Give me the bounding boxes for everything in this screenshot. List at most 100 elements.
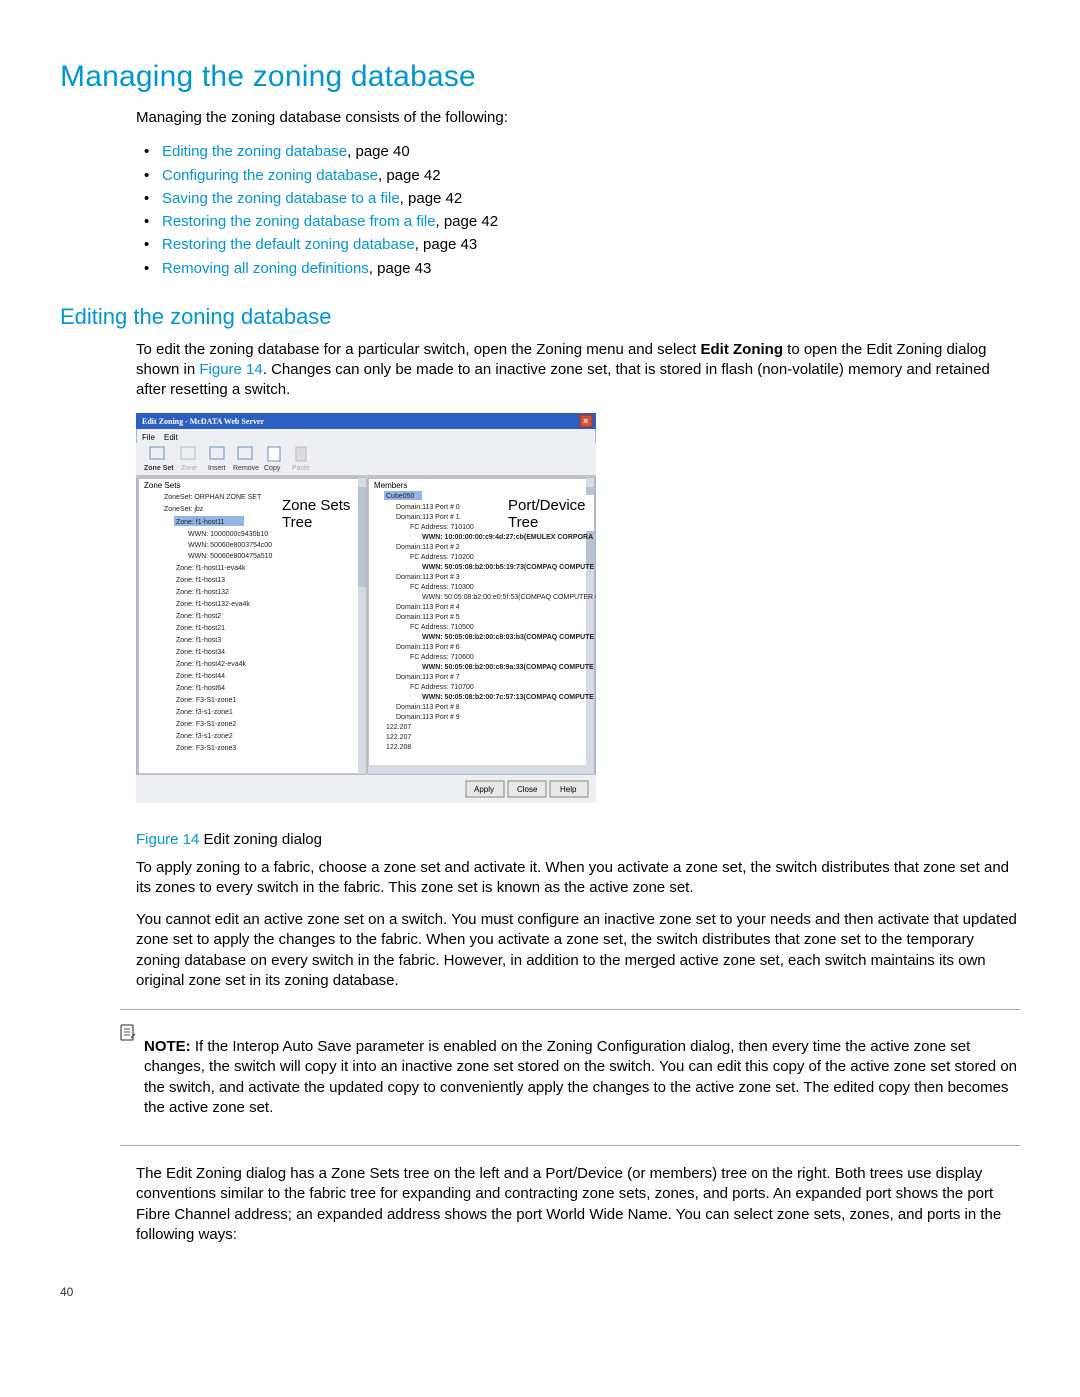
svg-text:Zone: F3-S1-zone2[interactable]: Zone: F3-S1-zone2 [176, 721, 236, 728]
svg-text:WWN: 50:05:08:b2:00:c8:9a:33(C[interactable]: WWN: 50:05:08:b2:00:c8:9a:33(COMPAQ COMP… [422, 664, 594, 671]
toc-link[interactable]: Restoring the default zoning database [162, 236, 415, 253]
svg-text:Domain:113 Port # 3[interactable]: Domain:113 Port # 3 [396, 574, 460, 581]
list-item: Restoring the zoning database from a fil… [162, 210, 1020, 233]
menu-edit[interactable]: Edit [164, 433, 179, 442]
svg-text:Zone: f3-s1-zone2[interactable]: Zone: f3-s1-zone2 [176, 733, 233, 740]
svg-text:WWN: 50:05:08:b2:00:c8:03:b3(C[interactable]: WWN: 50:05:08:b2:00:c8:03:b3(COMPAQ COMP… [422, 634, 595, 641]
svg-text:Cube050[interactable]: Cube050 [386, 493, 415, 500]
toc-link[interactable]: Removing all zoning definitions [162, 260, 369, 277]
help-button[interactable]: Help [560, 785, 577, 794]
svg-text:ZoneSet: jbz[interactable]: ZoneSet: jbz [164, 506, 204, 513]
note-label: NOTE: [144, 1038, 191, 1055]
toc-suffix: , page 40 [347, 143, 410, 160]
figure-link[interactable]: Figure 14 [199, 361, 262, 378]
svg-text:×: × [583, 416, 588, 426]
list-item: Editing the zoning database, page 40 [162, 140, 1020, 163]
bold-edit-zoning: Edit Zoning [701, 341, 783, 358]
svg-text:Zone: f1-host11[interactable]: Zone: f1-host11 [176, 519, 225, 526]
svg-text:Zone: f1-host44[interactable]: Zone: f1-host44 [176, 673, 225, 680]
tree-root-right[interactable]: Members [374, 481, 407, 490]
svg-text:Zone: f1-host132[interactable]: Zone: f1-host132 [176, 589, 229, 596]
edit-paragraph: To edit the zoning database for a partic… [136, 340, 1020, 401]
apply-button[interactable]: Apply [474, 785, 494, 794]
svg-text:Domain:113 Port # 4[interactable]: Domain:113 Port # 4 [396, 604, 460, 611]
svg-text:FC Address: 710200[interactable]: FC Address: 710200 [410, 554, 474, 561]
paragraph-trees: The Edit Zoning dialog has a Zone Sets t… [136, 1164, 1020, 1245]
toc-link[interactable]: Editing the zoning database [162, 143, 347, 160]
svg-text:Zone: f1-host34[interactable]: Zone: f1-host34 [176, 649, 225, 656]
overlay-zonesets-tree-1: Zone Sets [282, 497, 350, 514]
svg-text:Insert[interactable]: Insert [208, 465, 226, 472]
toc-suffix: , page 42 [378, 167, 441, 184]
svg-text:Domain:113 Port # 0[interactable]: Domain:113 Port # 0 [396, 504, 460, 511]
overlay-portdevice-tree-1: Port/Device [508, 497, 586, 514]
svg-text:Zone Set[interactable]: Zone Set [144, 465, 174, 472]
svg-text:Zone: f1-host11-eva4k[interactable]: Zone: f1-host11-eva4k [176, 565, 246, 572]
svg-text:WWN: 50:05:08:b2:00:e0:5f:53(C[interactable]: WWN: 50:05:08:b2:00:e0:5f:53(COMPAQ COMP… [422, 594, 596, 601]
tree-root-left[interactable]: Zone Sets [144, 481, 180, 490]
note-icon [120, 1024, 136, 1047]
svg-text:Paste: Paste [292, 465, 310, 472]
svg-text:FC Address: 710100[interactable]: FC Address: 710100 [410, 524, 474, 531]
dialog-title: Edit Zoning - McDATA Web Server [142, 417, 264, 426]
svg-text:ZoneSet: ORPHAN ZONE SET[interactable]: ZoneSet: ORPHAN ZONE SET [164, 494, 262, 501]
svg-text:WWN: 50:05:08:b2:00:7c:57:13(C[interactable]: WWN: 50:05:08:b2:00:7c:57:13(COMPAQ COMP… [422, 694, 594, 701]
svg-text:Zone: f1-host132-eva4k[interactable]: Zone: f1-host132-eva4k [176, 601, 250, 608]
overlay-zonesets-tree-2: Tree [282, 514, 312, 531]
toc-suffix: , page 43 [415, 236, 478, 253]
svg-text:Zone: f1-host13[interactable]: Zone: f1-host13 [176, 577, 225, 584]
svg-text:Domain:113 Port # 1[interactable]: Domain:113 Port # 1 [396, 514, 460, 521]
svg-text:FC Address: 710300[interactable]: FC Address: 710300 [410, 584, 474, 591]
svg-text:Domain:113 Port # 9[interactable]: Domain:113 Port # 9 [396, 714, 460, 721]
svg-text:Zone: f1-host2[interactable]: Zone: f1-host2 [176, 613, 221, 620]
svg-text:WWN: 1000000c9430b10[interactable]: WWN: 1000000c9430b10 [188, 531, 268, 538]
svg-text:Domain:113 Port # 6[interactable]: Domain:113 Port # 6 [396, 644, 460, 651]
svg-text:Remove[interactable]: Remove [233, 465, 259, 472]
note-text: NOTE: If the Interop Auto Save parameter… [144, 1037, 1020, 1118]
figure-caption: Figure 14 Edit zoning dialog [136, 831, 1020, 848]
svg-text:Domain:113 Port # 2[interactable]: Domain:113 Port # 2 [396, 544, 460, 551]
svg-text:Zone: f1-host21[interactable]: Zone: f1-host21 [176, 625, 225, 632]
page-number: 40 [60, 1285, 1020, 1299]
page-title: Managing the zoning database [60, 60, 1020, 94]
svg-text:WWN: 10:00:00:00:c9:4d:27:cb(E[interactable]: WWN: 10:00:00:00:c9:4d:27:cb(EMULEX CORP… [422, 534, 593, 541]
svg-text:122.208[interactable]: 122.208 [386, 744, 411, 751]
note-block: NOTE: If the Interop Auto Save parameter… [120, 1009, 1020, 1146]
toc-link[interactable]: Saving the zoning database to a file [162, 190, 400, 207]
list-item: Removing all zoning definitions, page 43 [162, 257, 1020, 280]
close-button[interactable]: Close [517, 785, 538, 794]
svg-text:Zone: f3-s1-zone1[interactable]: Zone: f3-s1-zone1 [176, 709, 233, 716]
intro-text: Managing the zoning database consists of… [136, 108, 1020, 128]
svg-text:Domain:113 Port # 8[interactable]: Domain:113 Port # 8 [396, 704, 460, 711]
figure-label: Figure 14 [136, 831, 199, 848]
svg-text:Zone: F3-S1-zone1[interactable]: Zone: F3-S1-zone1 [176, 697, 236, 704]
svg-text:Domain:113 Port # 7[interactable]: Domain:113 Port # 7 [396, 674, 460, 681]
menu-file[interactable]: File [142, 433, 155, 442]
svg-text:Domain:113 Port # 5[interactable]: Domain:113 Port # 5 [396, 614, 460, 621]
list-item: Restoring the default zoning database, p… [162, 233, 1020, 256]
toc-suffix: , page 42 [436, 213, 499, 230]
svg-text:Zone: F3-S1-zone3[interactable]: Zone: F3-S1-zone3 [176, 745, 236, 752]
svg-text:WWN: 50060e8003754c00[interactable]: WWN: 50060e8003754c00 [188, 542, 272, 549]
svg-text:FC Address: 710600[interactable]: FC Address: 710600 [410, 654, 474, 661]
svg-text:WWN: 50:05:08:b2:00:b5:19:73(C[interactable]: WWN: 50:05:08:b2:00:b5:19:73(COMPAQ COMP… [422, 564, 595, 571]
svg-text:122.207[interactable]: 122.207 [386, 734, 411, 741]
svg-text:FC Address: 710500[interactable]: FC Address: 710500 [410, 624, 474, 631]
toc-link[interactable]: Configuring the zoning database [162, 167, 378, 184]
svg-text:Copy[interactable]: Copy [264, 465, 281, 472]
toc-suffix: , page 43 [369, 260, 432, 277]
list-item: Saving the zoning database to a file, pa… [162, 187, 1020, 210]
toc-list: Editing the zoning database, page 40 Con… [136, 140, 1020, 280]
figure-edit-zoning: Edit Zoning - McDATA Web Server × File E… [136, 413, 596, 803]
svg-text:Zone: f1-host3[interactable]: Zone: f1-host3 [176, 637, 221, 644]
svg-text:122.207[interactable]: 122.207 [386, 724, 411, 731]
svg-text:Zone: f1-host42-eva4k[interactable]: Zone: f1-host42-eva4k [176, 661, 247, 668]
svg-text:Zone: f1-host64[interactable]: Zone: f1-host64 [176, 685, 225, 692]
toc-suffix: , page 42 [400, 190, 463, 207]
list-item: Configuring the zoning database, page 42 [162, 164, 1020, 187]
toc-link[interactable]: Restoring the zoning database from a fil… [162, 213, 436, 230]
svg-text:WWN: 50060e800475a510[interactable]: WWN: 50060e800475a510 [188, 553, 273, 560]
paragraph-cannot-edit: You cannot edit an active zone set on a … [136, 910, 1020, 991]
svg-text:FC Address: 710700[interactable]: FC Address: 710700 [410, 684, 474, 691]
section-heading-editing: Editing the zoning database [60, 304, 1020, 330]
